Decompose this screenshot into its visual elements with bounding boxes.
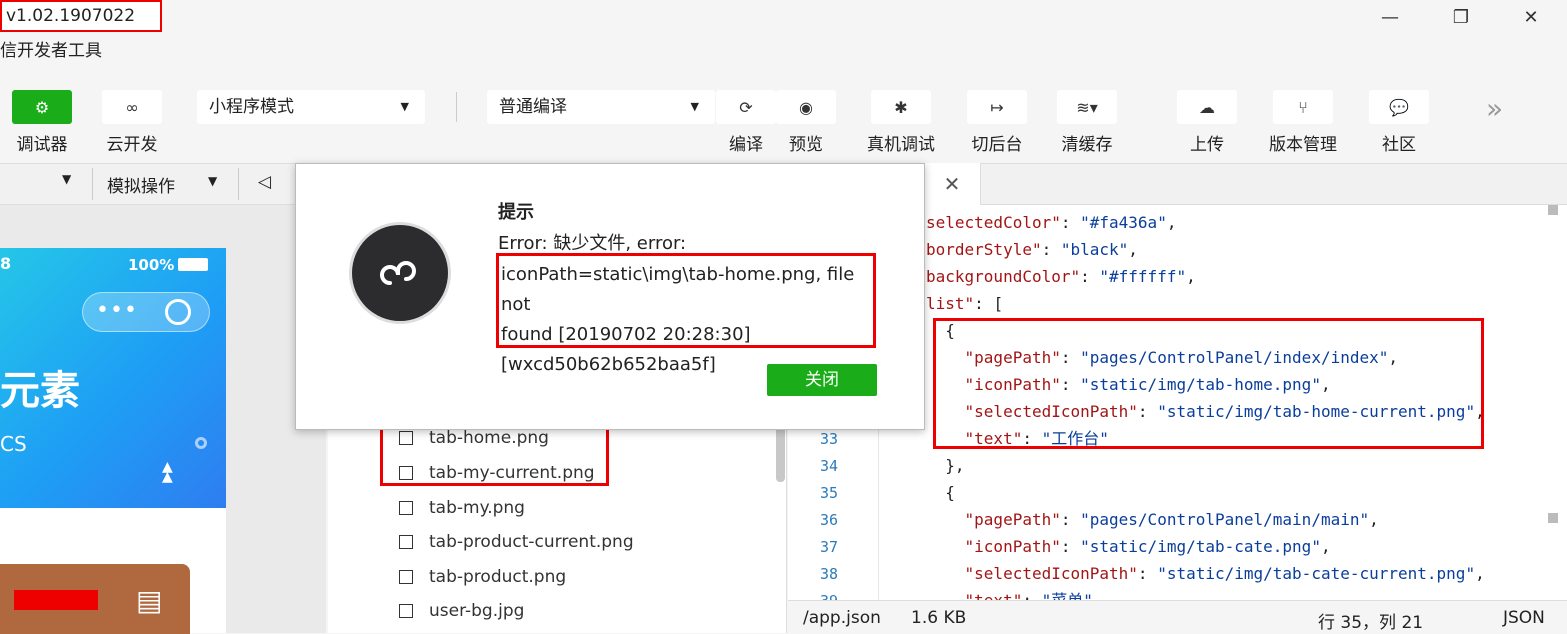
cloud-dev-tool[interactable]: ∞ 云开发 — [100, 90, 164, 155]
upload-tool[interactable]: ☁ 上传 — [1176, 90, 1238, 155]
dialog-message-line: found [20190702 20:28:30] — [501, 324, 751, 345]
cloud-upload-icon: ☁ — [1177, 90, 1237, 124]
banner-text: 元素 — [0, 368, 80, 414]
battery-icon — [178, 258, 208, 271]
compile-select[interactable]: 普通编译 ▼ — [487, 90, 715, 124]
title-bar — [0, 0, 1567, 34]
version-label: v1.02.1907022 — [0, 0, 162, 32]
simbar-divider — [92, 168, 93, 200]
line-number: 37 — [819, 538, 838, 556]
redacted-text — [14, 590, 98, 610]
compile-label: 编译 — [729, 135, 763, 155]
mode-select[interactable]: 小程序模式 ▼ — [197, 90, 425, 124]
line-number: 38 — [819, 565, 838, 583]
branch-icon: ⑂ — [1273, 90, 1333, 124]
version-mgmt-tool[interactable]: ⑂ 版本管理 — [1262, 90, 1344, 155]
cloud-link-icon: ∞ — [102, 90, 162, 124]
status-language[interactable]: JSON — [1503, 608, 1545, 628]
compile-select-value: 普通编译 — [499, 97, 567, 117]
status-cursor-pos: 行 35，列 21 — [1318, 613, 1424, 633]
preview-tool[interactable]: ◉ 预览 — [776, 90, 836, 155]
capsule-close-icon[interactable] — [165, 299, 191, 325]
community-label: 社区 — [1382, 135, 1416, 155]
upload-label: 上传 — [1190, 135, 1224, 155]
minimize-button[interactable]: — — [1373, 5, 1407, 31]
dialog-message-line: iconPath=static\img\tab-home.png, file n… — [501, 264, 855, 315]
line-number: 36 — [819, 511, 838, 529]
line-number: 33 — [819, 430, 838, 448]
phone-battery: 100% — [128, 256, 175, 274]
file-item[interactable]: tab-my.png — [399, 495, 525, 521]
editor-tab-close-icon[interactable]: ✕ — [923, 163, 981, 205]
dialog-close-button[interactable]: 关闭 — [767, 364, 877, 396]
cloud-dev-label: 云开发 — [106, 135, 158, 155]
phone-time: 8 — [0, 254, 12, 273]
debugger-icon: ⚙ — [12, 90, 72, 124]
eye-icon: ◉ — [776, 90, 836, 124]
file-item[interactable]: tab-product-current.png — [399, 529, 634, 555]
more-tools-button[interactable]: » — [1486, 92, 1503, 125]
line-number: 35 — [819, 484, 838, 502]
bug-icon: ✱ — [871, 90, 931, 124]
image-file-icon — [399, 570, 413, 584]
miniprogram-logo-icon — [352, 225, 448, 321]
annotation-box — [933, 318, 1484, 449]
layers-icon: ≋▾ — [1057, 90, 1117, 124]
clear-cache-tool[interactable]: ≋▾ 清缓存 — [1055, 90, 1119, 155]
chat-bubble-icon: 💬 — [1369, 90, 1429, 124]
device-debug-label: 真机调试 — [867, 135, 935, 155]
line-number: 34 — [819, 457, 838, 475]
background-label: 切后台 — [971, 135, 1023, 155]
refresh-icon: ⟳ — [716, 90, 776, 124]
switch-background-icon: ↦ — [967, 90, 1027, 124]
banner-subtext: CS — [0, 432, 27, 456]
close-window-button[interactable]: ✕ — [1514, 5, 1548, 31]
version-mgmt-label: 版本管理 — [1269, 135, 1337, 155]
community-tool[interactable]: 💬 社区 — [1368, 90, 1430, 155]
background-tool[interactable]: ↦ 切后台 — [966, 90, 1028, 155]
image-file-icon — [399, 535, 413, 549]
clear-cache-label: 清缓存 — [1061, 135, 1113, 155]
mode-select-value: 小程序模式 — [209, 97, 294, 117]
maximize-button[interactable]: ❐ — [1444, 5, 1478, 31]
preview-label: 预览 — [789, 135, 823, 155]
status-file-size: 1.6 KB — [911, 608, 967, 628]
decor-circle-icon — [195, 437, 207, 449]
app-title: 信开发者工具 — [0, 41, 102, 61]
chevron-down-icon[interactable]: ▼ — [62, 172, 71, 186]
line-number: 39 — [800, 592, 838, 600]
image-file-icon — [399, 501, 413, 515]
file-item[interactable]: tab-product.png — [399, 564, 566, 590]
more-dots-icon[interactable]: ••• — [96, 298, 138, 323]
editor-scroll-marker — [1548, 205, 1558, 215]
dialog-title: 提示 — [498, 202, 534, 223]
simbar-divider — [238, 168, 239, 200]
dialog-message: iconPath=static\img\tab-home.png, file n… — [496, 253, 876, 375]
dialog-error-line: Error: 缺少文件, error: — [498, 233, 687, 254]
chevron-down-icon[interactable]: ▼ — [208, 174, 217, 188]
sim-ops-select[interactable]: 模拟操作 — [107, 172, 175, 197]
chevron-down-icon: ▼ — [690, 100, 699, 113]
speaker-icon[interactable]: ◁ — [258, 172, 271, 192]
device-debug-tool[interactable]: ✱ 真机调试 — [860, 90, 942, 155]
status-file-path: /app.json — [803, 608, 881, 628]
debugger-label: 调试器 — [16, 135, 68, 155]
chevron-down-icon: ▼ — [400, 100, 409, 113]
store-icon: ▤ — [136, 584, 163, 617]
image-file-icon — [399, 604, 413, 618]
decor-arrows-icon: ▲ ▲ — [162, 459, 173, 485]
file-item[interactable]: user-bg.jpg — [399, 598, 524, 624]
editor-scroll-marker — [1548, 513, 1558, 523]
compile-tool[interactable]: ⟳ 编译 — [716, 90, 776, 155]
toolbar-divider — [456, 92, 457, 122]
status-bar — [788, 600, 1567, 634]
debugger-tool[interactable]: ⚙ 调试器 — [10, 90, 74, 155]
